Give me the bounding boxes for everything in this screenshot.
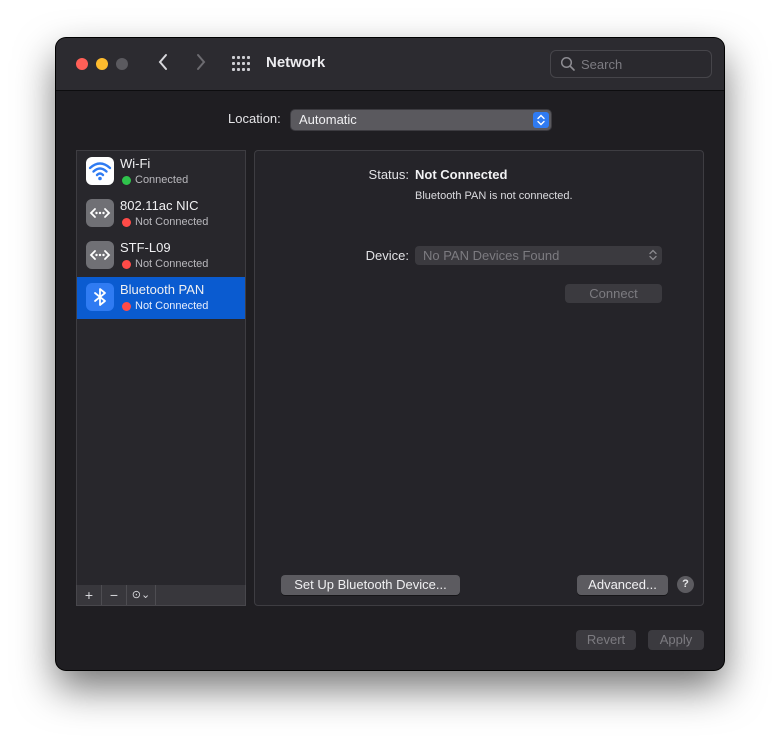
service-item-802-11ac-nic[interactable]: 802.11ac NIC Not Connected [77, 193, 245, 235]
service-status: Not Connected [135, 216, 209, 228]
action-menu-button[interactable]: ⊙⌄ [127, 585, 156, 605]
service-status: Connected [135, 174, 189, 186]
close-window-button[interactable] [76, 58, 88, 70]
help-button[interactable]: ? [677, 576, 694, 593]
search-icon [560, 56, 575, 71]
forward-button[interactable] [191, 53, 211, 75]
search-placeholder: Search [581, 57, 623, 72]
minimize-window-button[interactable] [96, 58, 108, 70]
service-status: Not Connected [135, 258, 209, 270]
status-description: Bluetooth PAN is not connected. [415, 190, 573, 202]
location-label: Location: [228, 111, 281, 126]
ethernet-icon [86, 241, 114, 269]
status-value: Not Connected [415, 167, 508, 182]
popup-stepper-icon [648, 247, 658, 265]
zoom-window-button[interactable] [116, 58, 128, 70]
service-status: Not Connected [135, 300, 209, 312]
location-value: Automatic [299, 112, 357, 127]
search-field[interactable]: Search [550, 50, 712, 78]
location-popup[interactable]: Automatic [291, 110, 551, 130]
chevron-left-icon [158, 54, 167, 70]
service-name: Wi-Fi [120, 156, 151, 171]
status-dot [122, 218, 131, 227]
device-label: Device: [365, 248, 409, 263]
remove-service-button[interactable]: − [102, 585, 127, 605]
advanced-button[interactable]: Advanced... [577, 575, 668, 595]
service-list: Wi-Fi Connected 802.11ac NIC Not Connect… [76, 150, 246, 586]
revert-button[interactable]: Revert [576, 630, 636, 650]
service-name: Bluetooth PAN [120, 282, 205, 297]
ethernet-icon [86, 199, 114, 227]
status-dot [122, 176, 131, 185]
status-label: Status: [368, 167, 409, 182]
service-list-toolbar: + − ⊙⌄ [76, 585, 246, 606]
service-item-stf-l09[interactable]: STF-L09 Not Connected [77, 235, 245, 277]
service-name: 802.11ac NIC [120, 198, 199, 213]
status-dot [122, 302, 131, 311]
window-title: Network [266, 54, 326, 71]
popup-stepper-icon [533, 112, 549, 128]
status-dot [122, 260, 131, 269]
connect-button[interactable]: Connect [565, 284, 662, 303]
service-item-wifi[interactable]: Wi-Fi Connected [77, 151, 245, 193]
show-all-grid-icon[interactable] [232, 56, 250, 72]
chevron-right-icon [197, 54, 206, 70]
network-preferences-window: Network Search Location: Automatic Wi-Fi [56, 38, 724, 670]
add-service-button[interactable]: + [77, 585, 102, 605]
bluetooth-icon [86, 283, 114, 311]
device-value: No PAN Devices Found [423, 248, 560, 263]
service-name: STF-L09 [120, 240, 171, 255]
back-button[interactable] [153, 53, 173, 75]
service-detail-pane: Status: Not Connected Bluetooth PAN is n… [254, 150, 704, 606]
set-up-bluetooth-device-button[interactable]: Set Up Bluetooth Device... [281, 575, 460, 595]
service-item-bluetooth-pan[interactable]: Bluetooth PAN Not Connected [77, 277, 245, 319]
apply-button[interactable]: Apply [648, 630, 704, 650]
title-bar: Network Search [56, 38, 724, 91]
device-popup[interactable]: No PAN Devices Found [415, 246, 662, 265]
wifi-icon [86, 157, 114, 185]
